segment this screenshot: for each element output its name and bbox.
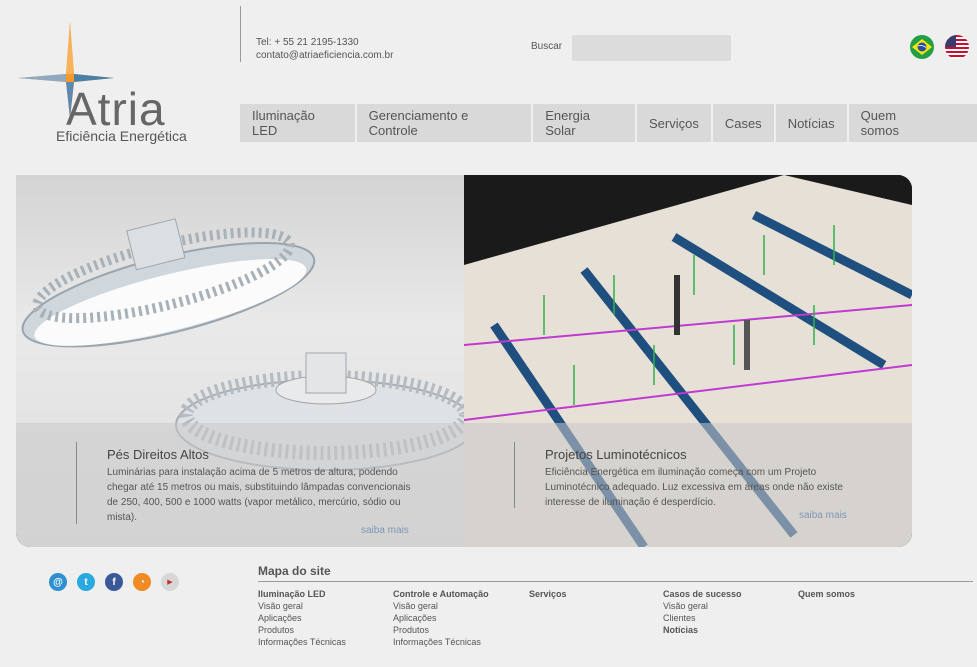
sitemap-link[interactable]: Informações Técnicas	[258, 636, 346, 648]
caption-left-text: Luminárias para instalação acima de 5 me…	[107, 467, 411, 523]
header-divider	[240, 6, 241, 62]
sitemap-col-quem-somos: Quem somos	[798, 588, 855, 600]
nav-servicos[interactable]: Serviços	[636, 104, 711, 142]
facebook-icon[interactable]: f	[105, 573, 123, 591]
header: Atria Eficiência Energética Tel: + 55 21…	[0, 0, 977, 175]
sitemap-head-quem-somos[interactable]: Quem somos	[798, 588, 855, 600]
sitemap-title: Mapa do site	[258, 564, 331, 578]
sitemap-link[interactable]: Visão geral	[663, 600, 742, 612]
sitemap-link[interactable]: Aplicações	[258, 612, 346, 624]
caption-left-title: Pés Direitos Altos	[107, 447, 209, 462]
sitemap-col-casos: Casos de sucesso Visão geral Clientes No…	[663, 588, 742, 636]
sitemap-link[interactable]: Aplicações	[393, 612, 489, 624]
saiba-mais-right-link[interactable]: saiba mais	[799, 510, 847, 521]
nav-gerenciamento-controle[interactable]: Gerenciamento e Controle	[356, 104, 532, 142]
atria-logo[interactable]: Atria Eficiência Energética	[14, 18, 204, 148]
email-link[interactable]: contato@atriaeficiencia.com.br	[256, 49, 393, 62]
nav-iluminacao-led[interactable]: Iluminação LED	[240, 104, 355, 142]
caption-left: Pés Direitos Altos Luminárias para insta…	[107, 447, 417, 525]
usa-flag-icon[interactable]	[945, 35, 969, 59]
sitemap-head-casos[interactable]: Casos de sucesso	[663, 588, 742, 600]
sitemap-head-iluminacao[interactable]: Iluminação LED	[258, 588, 346, 600]
nav-noticias[interactable]: Notícias	[775, 104, 847, 142]
search-input[interactable]	[572, 35, 731, 61]
caption-right-title: Projetos Luminotécnicos	[545, 447, 687, 462]
phone-text: Tel: + 55 21 2195-1330	[256, 37, 359, 48]
sitemap-head-controle[interactable]: Controle e Automação	[393, 588, 489, 600]
sitemap-col-iluminacao: Iluminação LED Visão geral Aplicações Pr…	[258, 588, 346, 648]
twitter-icon[interactable]: t	[77, 573, 95, 591]
caption-right-divider	[514, 442, 515, 508]
search-label: Buscar	[531, 41, 563, 52]
social-icons: @ t f ◔ ▶	[49, 573, 189, 591]
sitemap-link[interactable]: Produtos	[258, 624, 346, 636]
caption-right-text: Eficiência Energética em iluminação come…	[545, 467, 843, 508]
caption-right: Projetos Luminotécnicos Eficiência Energ…	[545, 447, 845, 510]
sitemap-col-servicos: Serviços	[529, 588, 567, 600]
logo-subtitle: Eficiência Energética	[56, 128, 187, 144]
rss-icon[interactable]: ◔	[133, 573, 151, 591]
sitemap-link-noticias[interactable]: Notícias	[663, 624, 742, 636]
hero-banner: Pés Direitos Altos Luminárias para insta…	[16, 175, 912, 547]
contact-info: Tel: + 55 21 2195-1330 contato@atriaefic…	[256, 36, 393, 62]
nav-cases[interactable]: Cases	[712, 104, 774, 142]
nav-quem-somos[interactable]: Quem somos	[848, 104, 977, 142]
youtube-icon[interactable]: ▶	[161, 573, 179, 591]
main-nav: Iluminação LED Gerenciamento e Controle …	[240, 104, 977, 142]
sitemap-col-controle: Controle e Automação Visão geral Aplicaç…	[393, 588, 489, 648]
sitemap-link[interactable]: Informações Técnicas	[393, 636, 489, 648]
saiba-mais-left-link[interactable]: saiba mais	[361, 525, 409, 536]
email-icon[interactable]: @	[49, 573, 67, 591]
footer: @ t f ◔ ▶ Mapa do site Iluminação LED Vi…	[0, 547, 977, 667]
sitemap-head-servicos[interactable]: Serviços	[529, 588, 567, 600]
sitemap-link[interactable]: Visão geral	[393, 600, 489, 612]
sitemap-link[interactable]: Produtos	[393, 624, 489, 636]
sitemap-link[interactable]: Clientes	[663, 612, 742, 624]
sitemap-divider	[258, 581, 973, 582]
brazil-flag-icon[interactable]	[910, 35, 934, 59]
nav-energia-solar[interactable]: Energia Solar	[533, 104, 635, 142]
caption-left-divider	[76, 442, 77, 524]
sitemap-link[interactable]: Visão geral	[258, 600, 346, 612]
